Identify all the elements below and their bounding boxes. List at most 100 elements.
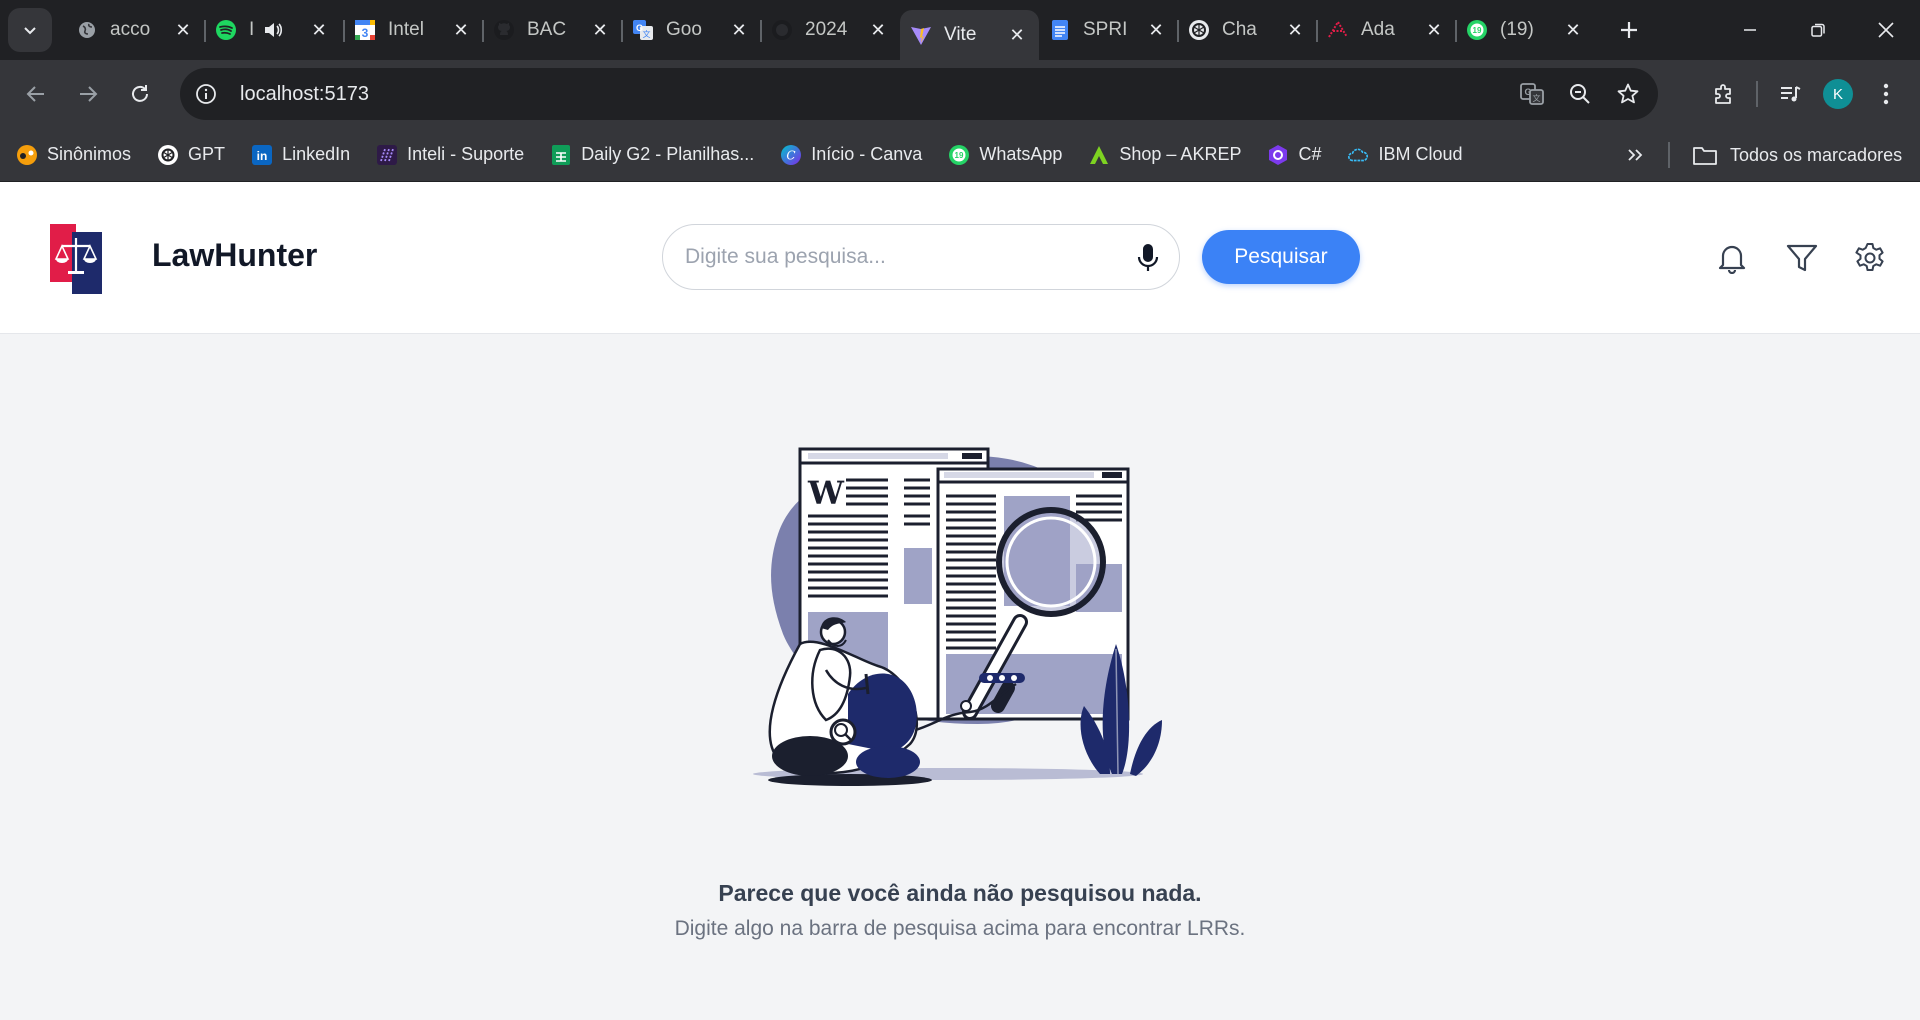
search-button[interactable]: Pesquisar: [1202, 230, 1360, 284]
bookmark-gpt[interactable]: GPT: [157, 144, 225, 166]
window-controls: [1716, 0, 1920, 60]
browser-tab[interactable]: 2024 ✕: [760, 8, 900, 52]
bookmark-shop-akrep[interactable]: Shop – AKREP: [1088, 144, 1241, 166]
close-icon[interactable]: ✕: [868, 20, 888, 40]
chatgpt-icon: [157, 144, 179, 166]
browser-tab[interactable]: I ✕: [204, 8, 344, 52]
close-icon[interactable]: ✕: [590, 20, 610, 40]
svg-text:W: W: [807, 474, 845, 512]
browser-tab[interactable]: Cha ✕: [1177, 8, 1317, 52]
restore-button[interactable]: [1784, 0, 1852, 60]
app-header: LawHunter Pesquisar: [0, 182, 1920, 334]
filter-icon[interactable]: [1782, 238, 1822, 278]
close-icon[interactable]: ✕: [729, 20, 749, 40]
close-icon[interactable]: ✕: [309, 20, 329, 40]
bookmark-star-icon[interactable]: [1604, 70, 1652, 118]
google-translate-icon: G文: [632, 19, 654, 41]
vite-icon: [910, 24, 932, 46]
tab-list: acco ✕ I ✕ 3 Intel ✕ BAC ✕ G文 Goo ✕ 2024…: [66, 0, 1595, 60]
close-icon[interactable]: ✕: [1563, 20, 1583, 40]
close-icon[interactable]: ✕: [1424, 20, 1444, 40]
bookmark-canva[interactable]: C Início - Canva: [780, 144, 922, 166]
menu-kebab-icon[interactable]: [1862, 70, 1910, 118]
address-bar-actions: G文: [1508, 70, 1658, 118]
settings-gear-icon[interactable]: [1850, 238, 1890, 278]
toolbar-divider: [1756, 81, 1758, 107]
bookmark-label: Sinônimos: [47, 144, 132, 164]
bookmark-linkedin[interactable]: in LinkedIn: [251, 144, 350, 166]
browser-toolbar: localhost:5173 G文 K: [0, 60, 1920, 128]
bookmark-label: LinkedIn: [282, 144, 351, 164]
chatgpt-icon: [1188, 19, 1210, 41]
arrow-left-icon: [26, 86, 44, 102]
forward-button[interactable]: [66, 72, 110, 116]
browser-tab-strip: acco ✕ I ✕ 3 Intel ✕ BAC ✕ G文 Goo ✕ 2024…: [0, 0, 1920, 60]
tab-title: SPRI: [1083, 19, 1128, 40]
bookmark-label: GPT: [188, 144, 226, 164]
empty-state: W Parece que você ainda não pesquisou na…: [0, 334, 1920, 1020]
spotify-icon: [215, 19, 237, 41]
close-icon: [1878, 22, 1894, 38]
bookmark-inteli-suporte[interactable]: Inteli - Suporte: [376, 144, 524, 166]
microphone-icon[interactable]: [1133, 242, 1163, 274]
translate-icon[interactable]: G文: [1508, 70, 1556, 118]
minimize-icon: [1744, 29, 1756, 31]
bookmark-label: WhatsApp: [979, 144, 1063, 164]
back-button[interactable]: [14, 72, 58, 116]
bookmarks-divider: [1668, 142, 1670, 168]
bookmarks-overflow-button[interactable]: [1620, 140, 1650, 170]
bookmarks-bar: Sinônimos GPT in LinkedIn Inteli - Suport…: [0, 128, 1920, 182]
tab-title: I: [249, 19, 255, 40]
browser-tab[interactable]: SPRI ✕: [1039, 8, 1178, 52]
browser-tab[interactable]: 3 Intel ✕: [343, 8, 483, 52]
browser-tab[interactable]: BAC ✕: [482, 8, 622, 52]
media-control-icon[interactable]: [1766, 70, 1814, 118]
all-bookmarks-button[interactable]: Todos os marcadores: [1692, 128, 1902, 182]
close-icon[interactable]: ✕: [1146, 20, 1166, 40]
svg-text:in: in: [257, 149, 268, 163]
notifications-bell-icon[interactable]: [1712, 238, 1752, 278]
sheets-icon: [550, 144, 572, 166]
tab-title: 2024: [805, 19, 848, 40]
calendar-icon: 3: [354, 19, 376, 41]
lawhunter-logo[interactable]: [48, 224, 104, 294]
browser-tab[interactable]: 19 (19) ✕: [1455, 8, 1595, 52]
inteli-icon: [376, 144, 398, 166]
brand-name: LawHunter: [152, 237, 318, 273]
bookmark-sinonimos[interactable]: Sinônimos: [16, 144, 131, 166]
browser-tab[interactable]: G文 Goo ✕: [621, 8, 761, 52]
profile-avatar[interactable]: K: [1814, 70, 1862, 118]
browser-tab-active[interactable]: Vite ✕: [900, 10, 1039, 60]
browser-tab[interactable]: Ada ✕: [1316, 8, 1456, 52]
address-bar[interactable]: localhost:5173 G文: [180, 68, 1658, 120]
reload-button[interactable]: [118, 72, 162, 116]
extensions-icon[interactable]: [1700, 70, 1748, 118]
close-icon[interactable]: ✕: [1285, 20, 1305, 40]
site-info-icon[interactable]: [186, 74, 226, 114]
close-window-button[interactable]: [1852, 0, 1920, 60]
globe-icon: [76, 19, 98, 41]
bookmark-label: Daily G2 - Planilhas...: [581, 144, 755, 164]
bookmark-csharp[interactable]: C#: [1267, 144, 1321, 166]
close-icon[interactable]: ✕: [173, 20, 193, 40]
new-tab-button[interactable]: [1609, 10, 1649, 50]
sinonimos-icon: [16, 144, 38, 166]
bookmark-daily-g2[interactable]: Daily G2 - Planilhas...: [550, 144, 754, 166]
search-input[interactable]: [685, 237, 1105, 277]
bookmark-label: Shop – AKREP: [1119, 144, 1242, 164]
tab-search-button[interactable]: [8, 8, 52, 52]
url-text[interactable]: localhost:5173: [240, 83, 369, 106]
tab-title: Ada: [1361, 19, 1395, 40]
zoom-icon[interactable]: [1556, 70, 1604, 118]
csharp-icon: [1267, 144, 1289, 166]
bookmark-whatsapp[interactable]: 19 WhatsApp: [948, 144, 1062, 166]
close-icon[interactable]: ✕: [1007, 25, 1027, 45]
minimize-button[interactable]: [1716, 0, 1784, 60]
close-icon[interactable]: ✕: [451, 20, 471, 40]
whatsapp-icon: 19: [948, 144, 970, 166]
chevron-double-right-icon: [1628, 149, 1643, 161]
speaker-icon[interactable]: [263, 20, 287, 40]
browser-tab[interactable]: acco ✕: [66, 8, 205, 52]
bookmark-ibm-cloud[interactable]: IBM Cloud: [1347, 144, 1463, 166]
tab-title: Goo: [666, 19, 702, 40]
